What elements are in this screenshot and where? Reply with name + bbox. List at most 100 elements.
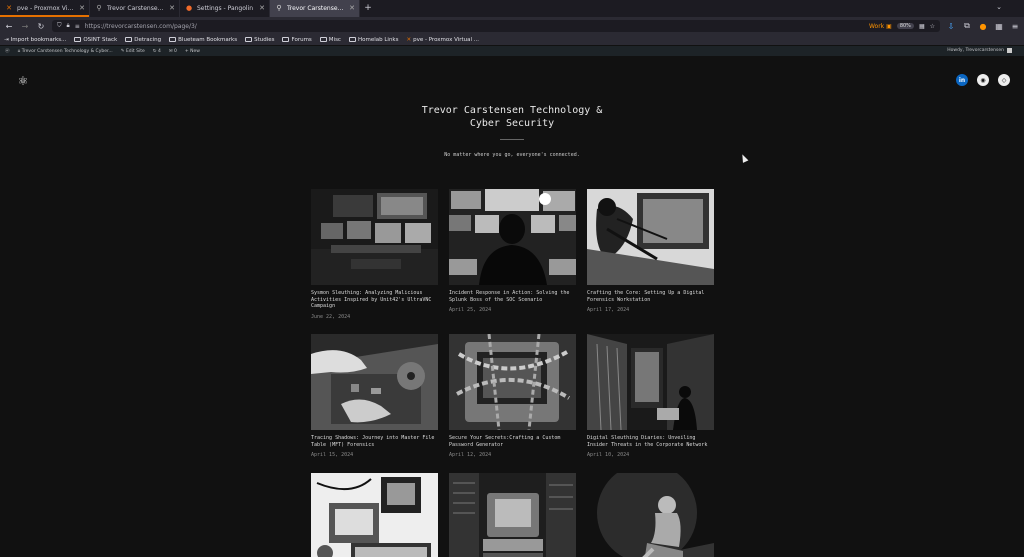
post-card[interactable]: Sysmon Sleuthing: Analyzing Malicious Ac… <box>311 189 438 320</box>
retro-machines-image[interactable] <box>311 473 438 557</box>
post-title[interactable]: Tracing Shadows: Journey into Master Fil… <box>311 435 438 448</box>
import-icon: ⇥ <box>4 36 9 43</box>
close-tab-icon[interactable]: ✕ <box>79 4 85 12</box>
chained-computer-image[interactable] <box>449 334 576 430</box>
workstation-build-image[interactable] <box>587 189 714 285</box>
post-card[interactable] <box>449 473 576 557</box>
tab-title: Trevor Carstensen Technolo... <box>287 4 345 12</box>
menu-icon[interactable]: ≡ <box>1010 21 1020 31</box>
close-tab-icon[interactable]: ✕ <box>169 4 175 12</box>
folder-icon <box>245 37 253 42</box>
bookmark-label: Import bookmarks... <box>10 36 67 43</box>
post-title[interactable]: Secure Your Secrets:Crafting a Custom Pa… <box>449 435 576 448</box>
codepen-icon[interactable]: ◇ <box>998 74 1010 86</box>
lock-icon[interactable]: 🔒︎ <box>67 22 70 30</box>
apps-icon[interactable]: ▦ <box>994 21 1004 31</box>
bookmark-label: Detracing <box>134 36 162 43</box>
close-tab-icon[interactable]: ✕ <box>349 4 355 12</box>
updates-link[interactable]: ↻ 4 <box>153 49 161 54</box>
wordpress-icon[interactable]: ⓦ <box>5 48 10 54</box>
account-icon[interactable]: ● <box>978 21 988 31</box>
extensions-icon[interactable]: ⧉ <box>962 21 972 31</box>
back-icon[interactable]: ← <box>4 21 14 31</box>
hands-circuit-board-image[interactable] <box>311 334 438 430</box>
navigation-toolbar: ← → ↻ ⛉ 🔒︎ ≡ https://trevorcarstensen.co… <box>0 18 1024 34</box>
post-title[interactable]: Crafting the Core: Setting Up a Digital … <box>587 290 714 303</box>
site-link-label: Trevor Carstensen Technology & Cyber... <box>21 48 113 54</box>
bookmark-label: OSINT Stack <box>83 36 118 43</box>
browser-tab-active[interactable]: ⚲ Trevor Carstensen Technolo... ✕ <box>270 0 360 17</box>
social-links: in ◉ ◇ <box>956 74 1010 86</box>
new-content-link[interactable]: + New <box>185 49 200 54</box>
bookmark-folder[interactable]: Homelab Links <box>348 37 398 43</box>
wp-admin-bar: ⓦ ⌂ Trevor Carstensen Technology & Cyber… <box>0 46 1024 56</box>
post-card[interactable]: Crafting the Core: Setting Up a Digital … <box>587 189 714 313</box>
site-page: ⚛ in ◉ ◇ Trevor Carstensen Technology & … <box>0 57 1024 557</box>
browser-tab[interactable]: ⚲ Trevor Carstensen Technolo... ✕ <box>90 0 180 17</box>
post-card[interactable]: Secure Your Secrets:Crafting a Custom Pa… <box>449 334 576 458</box>
shield-icon[interactable]: ⛉ <box>57 22 62 30</box>
bookmark-label: Forums <box>291 36 312 43</box>
post-date: April 17, 2024 <box>587 307 630 313</box>
browser-tab[interactable]: ✕ pve - Proxmox Virtual Envir... ✕ <box>0 0 90 17</box>
address-bar[interactable]: ⛉ 🔒︎ ≡ https://trevorcarstensen.com/page… <box>52 20 940 32</box>
comments-link[interactable]: ✉ 0 <box>169 49 177 54</box>
control-room-image[interactable] <box>311 189 438 285</box>
new-label: New <box>190 48 200 54</box>
qr-icon[interactable]: ▦ <box>919 23 925 30</box>
bookmark-folder[interactable]: OSINT Stack <box>74 37 117 43</box>
site-title[interactable]: Trevor Carstensen Technology & Cyber Sec… <box>362 104 662 130</box>
bookmark-label: Blueteam Bookmarks <box>178 36 238 43</box>
analyst-monitors-image[interactable] <box>449 189 576 285</box>
github-icon[interactable]: ◉ <box>977 74 989 86</box>
bookmark-item[interactable]: ⇥ Import bookmarks... <box>4 37 66 43</box>
bookmark-label: pve - Proxmox Virtual ... <box>413 36 480 43</box>
post-card[interactable] <box>311 473 438 557</box>
container-badge[interactable]: Work ▣ <box>869 23 892 30</box>
edit-site-link[interactable]: ✎ Edit Site <box>121 49 145 54</box>
post-title[interactable]: Digital Sleuthing Diaries: Unveiling Ins… <box>587 435 714 448</box>
list-tabs-icon[interactable]: ⌄ <box>996 3 1002 11</box>
bookmark-folder[interactable]: Forums <box>282 36 312 43</box>
reload-icon[interactable]: ↻ <box>36 21 46 31</box>
bookmark-item[interactable]: ✕ pve - Proxmox Virtual ... <box>406 37 479 43</box>
site-title-line: Trevor Carstensen Technology & <box>421 105 603 116</box>
url-text[interactable]: https://trevorcarstensen.com/page/3/ <box>85 23 864 30</box>
site-home-link[interactable]: ⌂ Trevor Carstensen Technology & Cyber..… <box>18 49 113 54</box>
my-account-link[interactable]: Howdy, Trevorcarstensen <box>947 48 1012 53</box>
folder-icon <box>282 37 290 42</box>
post-date: April 25, 2024 <box>449 307 492 313</box>
server-room-figure-image[interactable] <box>587 334 714 430</box>
post-card[interactable]: Tracing Shadows: Journey into Master Fil… <box>311 334 438 458</box>
bookmark-folder[interactable]: Misc <box>319 37 341 43</box>
new-tab-button[interactable]: + <box>360 0 376 17</box>
bookmark-folder[interactable]: Studies <box>245 37 274 43</box>
bookmark-star-icon[interactable]: ☆ <box>930 23 935 30</box>
post-date: April 12, 2024 <box>449 452 492 458</box>
bookmark-folder[interactable]: Blueteam Bookmarks <box>169 37 237 43</box>
post-card[interactable] <box>587 473 714 557</box>
browser-chrome: ✕ pve - Proxmox Virtual Envir... ✕ ⚲ Tre… <box>0 0 1024 56</box>
site-tagline: No matter where you go, everyone's conne… <box>444 152 580 158</box>
post-card[interactable]: Incident Response in Action: Solving the… <box>449 189 576 313</box>
permissions-icon[interactable]: ≡ <box>75 23 80 30</box>
site-logo-icon[interactable]: ⚛ <box>16 74 30 88</box>
zoom-level[interactable]: 80% <box>896 23 914 29</box>
forward-icon[interactable]: → <box>20 21 30 31</box>
tab-title: Settings - Pangolin <box>197 4 254 12</box>
post-title[interactable]: Incident Response in Action: Solving the… <box>449 290 576 303</box>
post-card[interactable]: Digital Sleuthing Diaries: Unveiling Ins… <box>587 334 714 458</box>
folder-icon <box>169 37 177 42</box>
browser-tab[interactable]: ● Settings - Pangolin ✕ <box>180 0 270 17</box>
linkedin-icon[interactable]: in <box>956 74 968 86</box>
downloads-icon[interactable]: ⇩ <box>946 21 956 31</box>
post-title[interactable]: Sysmon Sleuthing: Analyzing Malicious Ac… <box>311 290 438 310</box>
bookmark-label: Studies <box>254 36 275 43</box>
container-label: Work <box>868 22 885 30</box>
old-computer-books-image[interactable] <box>449 473 576 557</box>
close-tab-icon[interactable]: ✕ <box>259 4 265 12</box>
bookmark-folder[interactable]: Detracing <box>125 37 161 43</box>
tab-title: pve - Proxmox Virtual Envir... <box>17 4 75 12</box>
hooded-figure-image[interactable] <box>587 473 714 557</box>
proxmox-icon: ✕ <box>406 36 412 43</box>
